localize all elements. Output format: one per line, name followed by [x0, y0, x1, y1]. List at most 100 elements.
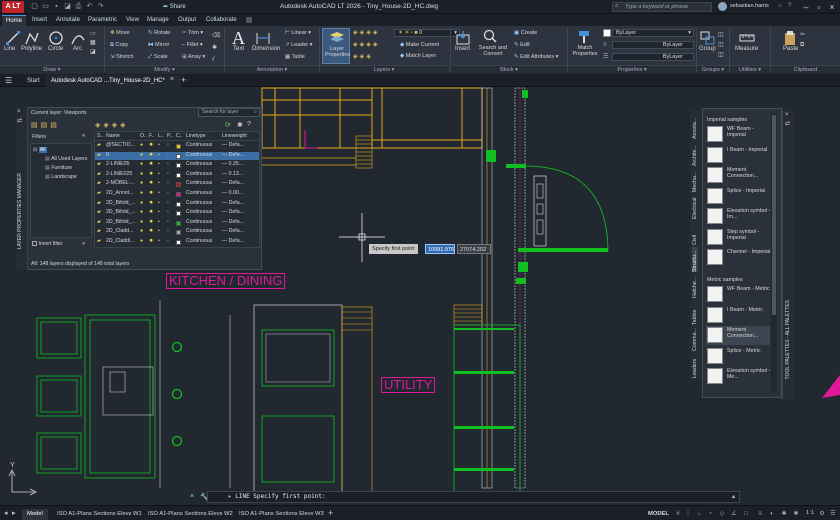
grid-icon[interactable]: #	[674, 510, 682, 518]
palette-tab[interactable]: Mecha...	[692, 167, 698, 192]
layer-tools-row1[interactable]: ◈◈◈◈	[353, 29, 380, 36]
lightbulb-icon[interactable]: ●	[140, 142, 143, 148]
printer-icon[interactable]: ▫	[167, 200, 169, 206]
unlock-icon[interactable]: ▪	[158, 142, 160, 148]
maximize-icon[interactable]: ▫	[813, 1, 825, 13]
close-icon[interactable]: ×	[17, 109, 21, 115]
search-convert-button[interactable]	[482, 28, 498, 46]
printer-icon[interactable]: ▫	[167, 209, 169, 215]
layer-name[interactable]: 0	[106, 152, 109, 158]
layer-lineweight[interactable]: — Defa...	[222, 238, 244, 244]
palette-tab[interactable]: Archite...	[692, 141, 698, 166]
layer-color-swatch[interactable]	[176, 172, 181, 178]
create-block-button[interactable]: ▣ Create	[514, 30, 537, 36]
palette-tool-item[interactable]: Splice - Imperial	[706, 187, 770, 206]
palette-tab[interactable]: Civil	[692, 220, 698, 245]
help-icon[interactable]: ?	[247, 121, 251, 128]
auto-hide-icon[interactable]: ⇄	[785, 120, 790, 127]
sun-freeze-icon[interactable]: ✸	[149, 219, 153, 225]
text-icon[interactable]: A	[232, 29, 245, 47]
invert-filter-checkbox[interactable]: Invert filter	[32, 241, 63, 249]
annotation-panel-label[interactable]: Annotation ▾	[225, 65, 319, 74]
layer-lineweight[interactable]: — 0.25...	[222, 161, 243, 167]
tree-node-all-used[interactable]: ▤ All Used Layers	[45, 156, 87, 164]
palette-tool-item[interactable]: Splice - Metric	[706, 347, 770, 366]
layer-lineweight[interactable]: — Defa...	[222, 152, 244, 158]
group-tools[interactable]: ◫ ◫ ◫	[718, 30, 724, 60]
collapse-icon[interactable]: «	[82, 241, 85, 247]
rotate-button[interactable]: ↻ Rotate	[148, 30, 170, 36]
move-button[interactable]: ✥ Move	[110, 30, 130, 36]
layer-row[interactable]: ▰ 2-LINIE025 ● ✸ ▪ ▫ Continuous — 0.13...	[95, 171, 259, 179]
lineweight-dropdown[interactable]: ByLayer	[612, 53, 694, 61]
draw-panel-label[interactable]: Draw ▾	[0, 65, 104, 74]
layer-linetype[interactable]: Continuous	[186, 161, 212, 167]
lightbulb-icon[interactable]: ●	[140, 228, 143, 234]
cut-icon[interactable]: ✂	[800, 30, 805, 40]
user-name[interactable]: sebastian.harris	[730, 3, 769, 9]
lightbulb-icon[interactable]: ●	[140, 161, 143, 167]
coordinate-y-input[interactable]: 27074.202	[457, 244, 491, 254]
palette-tool-item[interactable]: I Beam - Imperial	[706, 146, 770, 165]
share-button[interactable]: ➦ Share	[163, 3, 186, 10]
layer-off-icon[interactable]: ◈	[353, 30, 360, 36]
navigation-arrow[interactable]	[822, 375, 840, 398]
layer-lineweight[interactable]: — Defa...	[222, 180, 244, 186]
printer-icon[interactable]: ▫	[167, 190, 169, 196]
hatch-icon[interactable]: ▦	[90, 39, 102, 48]
col-status[interactable]: S..	[97, 133, 103, 139]
tree-node-landscape[interactable]: ▤ Landscape	[45, 174, 77, 182]
new-filter-icon[interactable]: ▤	[31, 122, 41, 129]
annotation-visibility-icon[interactable]: ✱	[780, 510, 788, 518]
match-layer-button[interactable]: ◆ Match Layer	[400, 53, 436, 59]
erase-icon[interactable]: ⌫	[212, 30, 220, 42]
palette-tab[interactable]: Leaders	[692, 353, 698, 377]
layer-lineweight[interactable]: — Defa...	[222, 209, 244, 215]
modify-extra-tools[interactable]: ⌫ ✱ ⫽	[212, 30, 220, 66]
ungroup-icon[interactable]: ◫	[718, 30, 724, 40]
lightbulb-icon[interactable]: ●	[140, 209, 143, 215]
palette-tab[interactable]: Comma...	[692, 326, 698, 351]
help-icon[interactable]: ?	[788, 3, 791, 9]
linetype-dropdown[interactable]: ByLayer	[612, 41, 694, 49]
sun-freeze-icon[interactable]: ✸	[149, 200, 153, 206]
new-group-filter-icon[interactable]: ▤	[41, 122, 51, 129]
fillet-button[interactable]: ⌐ Fillet ▾	[182, 42, 203, 48]
layer-color-swatch[interactable]	[176, 163, 181, 169]
clipboard-panel-label[interactable]: Clipboard	[771, 65, 840, 74]
palette-tool-item[interactable]: Step symbol - Imperial	[706, 228, 770, 247]
palette-tool-item[interactable]: WF Beam - Metric	[706, 285, 770, 304]
layer-linetype[interactable]: Continuous	[186, 152, 212, 158]
tab-collaborate[interactable]: Collaborate	[202, 15, 241, 26]
leader-button[interactable]: ↗ Leader ▾	[285, 42, 313, 48]
layer-linetype[interactable]: Continuous	[186, 219, 212, 225]
layer-row[interactable]: ▰ 2D_Cladd... ● ✸ ▪ ▫ Continuous — Defa...	[95, 228, 259, 236]
layer-color-swatch[interactable]	[176, 201, 181, 207]
layer-linetype[interactable]: Continuous	[186, 238, 212, 244]
sun-freeze-icon[interactable]: ✸	[149, 180, 153, 186]
tree-node-all[interactable]: ⊟ All	[33, 147, 47, 155]
save-icon[interactable]: ▪	[52, 2, 61, 11]
draw-extra-tools[interactable]: ▭ ▦ ◪	[90, 30, 102, 60]
layout-tab-w2[interactable]: ISO A1-Plans Sections Elevs W2	[143, 509, 238, 520]
sun-freeze-icon[interactable]: ✸	[149, 171, 153, 177]
coordinate-x-input[interactable]: 10991.976	[425, 244, 455, 254]
unlock-icon[interactable]: ▪	[158, 161, 160, 167]
printer-icon[interactable]: ▫	[167, 171, 169, 177]
layer-color-swatch[interactable]	[176, 240, 181, 245]
layer-row[interactable]: ▰ 0 ● ✸ ▪ ▫ Continuous — Defa...	[95, 151, 259, 160]
tab-output[interactable]: Output	[174, 15, 200, 26]
layer-lineweight[interactable]: — Defa...	[222, 142, 244, 148]
layer-row[interactable]: ▰ 2D_Annot... ● ✸ ▪ ▫ Continuous — 0.00...	[95, 190, 259, 198]
room-label-utility[interactable]: UTILITY	[381, 377, 436, 393]
tab-view[interactable]: View	[122, 15, 143, 26]
copy-button[interactable]: ⧉ Copy	[110, 42, 128, 49]
new-file-icon[interactable]: ▢	[30, 2, 39, 11]
save-as-icon[interactable]: ◪	[63, 2, 72, 11]
layer-unlock-icon[interactable]: ◈	[373, 42, 380, 48]
layer-freeze-icon[interactable]: ◈	[366, 30, 373, 36]
command-line[interactable]: ▸ LINE Specify first point:	[207, 491, 740, 503]
previous-layout-icon[interactable]: ◂	[4, 509, 8, 517]
palette-tool-item[interactable]: Moment Connection...	[706, 166, 770, 185]
layer-name[interactable]: 2-LINIE025	[106, 171, 132, 177]
